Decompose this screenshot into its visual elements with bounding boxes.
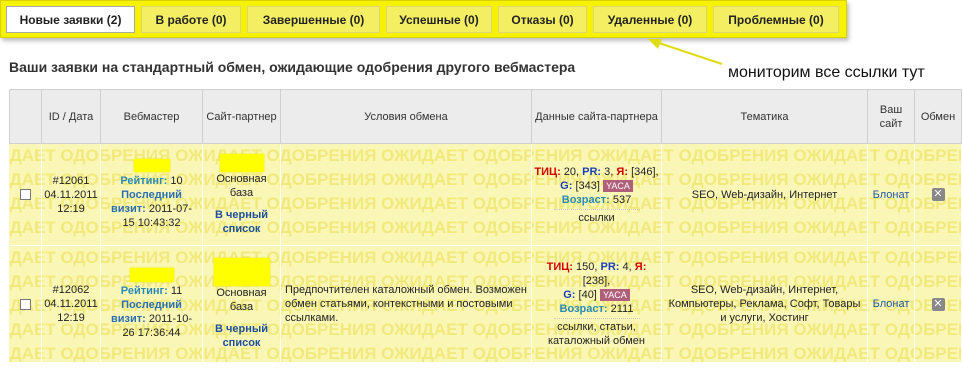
header-exchange: Обмен [915,90,962,144]
base-label: Основная [216,172,267,185]
blacklist-link[interactable]: В черный [215,322,268,336]
tab-in-progress[interactable]: В работе (0) [141,6,241,33]
exchange-terms [281,144,532,245]
header-terms: Условия обмена [281,90,532,144]
status-tabs: Новые заявки (2) В работе (0) Завершенны… [0,0,847,38]
request-id: #12061 [52,174,90,187]
annotation-note: мониторим все ссылки тут [728,64,925,81]
tab-successful[interactable]: Успешные (0) [386,6,492,33]
your-site-link[interactable]: Блонат [873,188,910,202]
divider [553,318,640,319]
request-id: #12062 [52,284,90,296]
table-row: ОЖИДАЕТ ОДОБРЕНИЯ ОЖИДАЕТ ОДОБРЕНИЯ ОЖИД… [9,144,962,245]
divider [553,208,640,210]
rating-label: Рейтинг: [120,175,168,187]
row-checkbox[interactable] [19,189,31,200]
rating-value: 10 [170,175,183,187]
partner-site-redacted[interactable] [219,153,264,172]
topic-cell: SEO, Web-дизайн, Интернет [662,144,868,245]
rating-label: Рейтинг: [120,285,168,297]
row-checkbox[interactable] [19,298,31,310]
table-row: ОЖИДАЕТ ОДОБРЕНИЯ ОЖИДАЕТ ОДОБРЕНИЯ ОЖИД… [9,245,962,362]
header-topic: Тематика [662,90,868,144]
request-time: 12:19 [57,312,85,324]
request-time: 12:19 [57,202,85,215]
page-title: Ваши заявки на стандартный обмен, ожидаю… [9,59,576,75]
blacklist-link[interactable]: В черный [215,208,268,222]
header-id-date: ID / Дата [42,90,101,144]
table-header: ID / Дата Вебмастер Сайт-партнер Условия… [9,89,962,144]
topic-cell: SEO, Web-дизайн, Интернет, Компьютеры, Р… [662,246,868,362]
tab-problematic[interactable]: Проблемные (0) [713,6,839,33]
base-label: Основная [216,287,267,299]
webmaster-name-redacted[interactable] [129,268,174,282]
annotation-arrow [648,39,723,65]
request-date: 04.11.2011 [44,298,98,310]
tab-rejected[interactable]: Отказы (0) [498,6,587,33]
your-site-link[interactable]: Блонат [873,297,910,311]
yaca-badge: YACA [602,179,633,192]
link-types: ссылки, статьи, каталожный обмен [548,321,645,347]
header-partner-site: Сайт-партнер [203,90,281,144]
request-date: 04.11.2011 [44,188,98,201]
header-checkbox-col [9,90,42,144]
partner-site-redacted[interactable] [213,258,270,286]
yaca-badge: YACA [599,289,630,301]
tab-completed[interactable]: Завершенные (0) [247,6,380,33]
requests-table: ID / Дата Вебмастер Сайт-партнер Условия… [9,89,962,362]
last-visit-label: Последний [121,299,182,311]
header-partner-data: Данные сайта-партнера [532,90,662,144]
site-age: 537 [612,193,632,206]
tab-deleted[interactable]: Удаленные (0) [593,6,707,33]
delete-icon[interactable]: ✕ [931,297,945,311]
delete-icon[interactable]: ✕ [931,188,945,201]
exchange-terms: Предпочтителен каталожный обмен. Возможе… [281,246,532,362]
last-visit-label: Последний [121,189,182,201]
last-visit-value: 2011-07- [148,203,193,215]
site-age: 2111 [610,303,634,315]
header-webmaster: Вебмастер [101,90,203,144]
link-types: ссылки [578,211,615,224]
webmaster-name-redacted[interactable] [133,159,170,172]
rating-value: 11 [170,285,183,297]
last-visit-value: 2011-10- [148,313,193,325]
tab-new-requests[interactable]: Новые заявки (2) [6,6,135,33]
header-your-site: Ваш сайт [868,90,915,144]
